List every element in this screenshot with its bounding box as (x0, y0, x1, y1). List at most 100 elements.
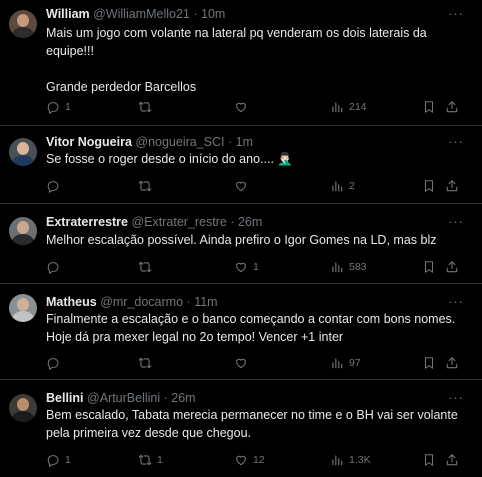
tweet-time[interactable]: 26m (238, 215, 262, 229)
action-bar: 1 214 (46, 99, 466, 115)
author-name[interactable]: Matheus (46, 295, 97, 309)
more-icon[interactable]: ··· (448, 6, 464, 22)
views-button[interactable]: 1.3K (330, 452, 371, 468)
avatar-head (17, 14, 29, 27)
like-icon (234, 356, 248, 370)
reply-button[interactable] (46, 178, 65, 194)
tweet-header: William @WilliamMello21 · 10m (46, 6, 225, 22)
avatar-body (12, 27, 34, 38)
like-button[interactable] (234, 355, 253, 371)
avatar[interactable] (9, 217, 37, 245)
avatar-head (17, 142, 29, 155)
retweet-count: 1 (157, 454, 163, 466)
reply-button[interactable]: 1 (46, 99, 71, 115)
retweet-button[interactable]: 1 (138, 452, 163, 468)
retweet-button[interactable] (138, 99, 157, 115)
reply-button[interactable]: 1 (46, 452, 71, 468)
author-handle[interactable]: @nogueira_SCI (135, 135, 224, 149)
tweet-text: Se fosse o roger desde o início do ano..… (46, 152, 293, 166)
tweet-time[interactable]: 11m (194, 295, 217, 309)
bookmark-button[interactable] (422, 259, 436, 275)
meta-separator: · (163, 391, 168, 405)
author-name[interactable]: Bellini (46, 391, 84, 405)
like-icon (234, 179, 248, 193)
share-button[interactable] (445, 355, 459, 371)
author-handle[interactable]: @ArturBellini (87, 391, 160, 405)
tweet-header: Matheus @mr_docarmo · 11m (46, 294, 218, 310)
retweet-icon (138, 100, 152, 114)
tweet[interactable]: Bellini @ArturBellini · 26m ··· Bem esca… (0, 380, 482, 477)
retweet-button[interactable] (138, 178, 157, 194)
avatar-head (17, 298, 29, 311)
replie-count: 1 (65, 101, 71, 113)
reply-icon (46, 179, 60, 193)
views-button[interactable]: 214 (330, 99, 367, 115)
tweet-time[interactable]: 10m (201, 7, 225, 21)
avatar[interactable] (9, 294, 37, 322)
tweet[interactable]: William @WilliamMello21 · 10m ··· Mais u… (0, 0, 482, 126)
tweet-time[interactable]: 26m (171, 391, 195, 405)
author-handle[interactable]: @WilliamMello21 (93, 7, 190, 21)
more-icon[interactable]: ··· (448, 214, 464, 230)
view-count: 97 (349, 357, 361, 369)
action-bar: 2 (46, 178, 466, 194)
author-name[interactable]: Vitor Nogueira (46, 135, 132, 149)
share-button[interactable] (445, 99, 459, 115)
meta-separator: · (228, 135, 233, 149)
tweet-text: Finalmente a escalação e o banco começan… (46, 312, 456, 344)
retweet-icon (138, 260, 152, 274)
like-button[interactable] (234, 99, 253, 115)
tweet-time[interactable]: 1m (236, 135, 253, 149)
views-icon (330, 356, 344, 370)
retweet-button[interactable] (138, 259, 157, 275)
share-icon (445, 179, 459, 193)
author-name[interactable]: William (46, 7, 90, 21)
tweet-text: Bem escalado, Tabata merecia permanecer … (46, 408, 458, 440)
meta-separator: · (193, 7, 198, 21)
like-button[interactable] (234, 178, 253, 194)
like-button[interactable]: 12 (234, 452, 265, 468)
more-icon[interactable]: ··· (448, 294, 464, 310)
view-count: 1.3K (349, 454, 371, 466)
bookmark-button[interactable] (422, 355, 436, 371)
views-button[interactable]: 2 (330, 178, 355, 194)
like-icon (234, 100, 248, 114)
reply-button[interactable] (46, 355, 65, 371)
author-handle[interactable]: @mr_docarmo (100, 295, 183, 309)
bookmark-icon (422, 260, 436, 274)
like-icon (234, 260, 248, 274)
bookmark-icon (422, 453, 436, 467)
meta-separator: · (230, 215, 235, 229)
reply-icon (46, 260, 60, 274)
bookmark-button[interactable] (422, 452, 436, 468)
avatar-body (12, 411, 34, 422)
action-bar: 1 1 12 1.3K (46, 452, 466, 468)
tweet[interactable]: Matheus @mr_docarmo · 11m ··· Finalmente… (0, 284, 482, 380)
bookmark-icon (422, 356, 436, 370)
tweet[interactable]: Vitor Nogueira @nogueira_SCI · 1m ··· Se… (0, 126, 482, 204)
meta-separator: · (186, 295, 191, 309)
more-icon[interactable]: ··· (448, 390, 464, 406)
author-handle[interactable]: @Extrater_restre (131, 215, 226, 229)
more-icon[interactable]: ··· (448, 134, 464, 150)
author-name[interactable]: Extraterrestre (46, 215, 128, 229)
avatar[interactable] (9, 138, 37, 166)
bookmark-button[interactable] (422, 99, 436, 115)
retweet-icon (138, 356, 152, 370)
tweet[interactable]: Extraterrestre @Extrater_restre · 26m ··… (0, 204, 482, 284)
retweet-button[interactable] (138, 355, 157, 371)
avatar[interactable] (9, 394, 37, 422)
replie-count: 1 (65, 454, 71, 466)
action-bar: 1 583 (46, 259, 466, 275)
views-button[interactable]: 583 (330, 259, 367, 275)
like-button[interactable]: 1 (234, 259, 259, 275)
share-button[interactable] (445, 452, 459, 468)
reply-button[interactable] (46, 259, 65, 275)
views-icon (330, 179, 344, 193)
views-button[interactable]: 97 (330, 355, 361, 371)
avatar[interactable] (9, 10, 37, 38)
like-count: 1 (253, 261, 259, 273)
share-button[interactable] (445, 178, 459, 194)
share-button[interactable] (445, 259, 459, 275)
bookmark-button[interactable] (422, 178, 436, 194)
